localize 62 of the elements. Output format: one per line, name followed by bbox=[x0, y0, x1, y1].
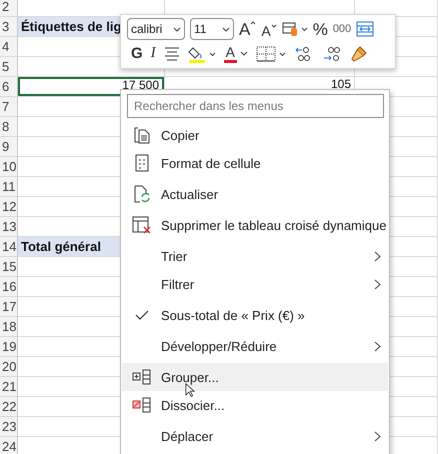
decrease-decimal-icon[interactable] bbox=[322, 44, 342, 63]
group-icon bbox=[132, 369, 152, 385]
menu-item[interactable]: Dissocier... bbox=[122, 391, 388, 419]
row-number[interactable]: 4 bbox=[0, 37, 18, 57]
format-painter-icon[interactable] bbox=[350, 44, 368, 63]
borders-icon[interactable] bbox=[256, 46, 286, 62]
row-number[interactable]: 5 bbox=[0, 57, 18, 77]
row-number[interactable]: 20 bbox=[0, 357, 18, 377]
caret-icon bbox=[240, 51, 248, 56]
row-number[interactable]: 3 bbox=[0, 17, 18, 37]
value-cell[interactable]: 17 500 bbox=[18, 77, 165, 97]
row-number[interactable]: 7 bbox=[0, 97, 18, 117]
thousands-button[interactable]: 000 bbox=[332, 24, 352, 35]
bold-button[interactable]: G bbox=[131, 46, 143, 62]
row-number[interactable]: 8 bbox=[0, 117, 18, 137]
delete-table-icon bbox=[132, 216, 152, 234]
caret-up-icon bbox=[250, 20, 256, 25]
row-number[interactable]: 10 bbox=[0, 157, 18, 177]
row-number[interactable]: 23 bbox=[0, 417, 18, 437]
chevron-right-icon bbox=[374, 251, 381, 262]
align-center-icon[interactable] bbox=[164, 46, 180, 61]
ungroup-icon bbox=[132, 397, 152, 413]
caret-icon bbox=[173, 26, 181, 32]
row-number[interactable]: 24 bbox=[0, 437, 18, 454]
chevron-right-icon bbox=[374, 279, 381, 290]
row-number[interactable]: 9 bbox=[0, 137, 18, 157]
caret-icon bbox=[222, 26, 230, 32]
row-number[interactable]: 15 bbox=[0, 257, 18, 277]
row-number[interactable]: 19 bbox=[0, 337, 18, 357]
font-dropdown[interactable]: calibri bbox=[127, 18, 185, 40]
format-cells-icon bbox=[134, 154, 148, 172]
wrap-text-icon[interactable] bbox=[356, 21, 374, 38]
font-size-dropdown[interactable]: 11 bbox=[190, 18, 234, 40]
menu-item[interactable]: Grouper... bbox=[122, 360, 388, 391]
row-number[interactable]: 17 bbox=[0, 297, 18, 317]
row-number[interactable]: 11 bbox=[0, 177, 18, 197]
row-number[interactable]: 14 bbox=[0, 237, 18, 257]
percent-button[interactable]: % bbox=[312, 20, 328, 38]
caret-icon bbox=[270, 24, 277, 28]
row-number[interactable]: 22 bbox=[0, 397, 18, 417]
row-number[interactable]: 21 bbox=[0, 377, 18, 397]
row-number[interactable]: 16 bbox=[0, 277, 18, 297]
refresh-document-icon bbox=[132, 185, 150, 203]
italic-button[interactable]: I bbox=[150, 46, 156, 62]
grow-font-button[interactable]: A bbox=[239, 20, 256, 38]
cell-styles-icon[interactable] bbox=[282, 21, 308, 38]
shrink-font-button[interactable]: A bbox=[261, 24, 277, 38]
chevron-right-icon bbox=[374, 341, 381, 352]
menu-item[interactable]: Filtrer bbox=[122, 270, 388, 298]
row-number[interactable]: 6 bbox=[0, 77, 18, 97]
row-number[interactable]: 13 bbox=[0, 217, 18, 237]
search-field[interactable]: Rechercher dans les menus bbox=[127, 94, 384, 118]
row-number[interactable]: 12 bbox=[0, 197, 18, 217]
copy-icon bbox=[132, 126, 150, 144]
menu-item[interactable]: Format de cellule bbox=[122, 149, 388, 177]
row-number[interactable]: 2 bbox=[0, 0, 18, 17]
mouse-pointer-icon bbox=[185, 383, 195, 398]
font-color-button[interactable]: A bbox=[224, 44, 248, 63]
row-number[interactable]: 18 bbox=[0, 317, 18, 337]
menu-item[interactable]: Copier bbox=[122, 121, 388, 149]
fill-color-icon[interactable] bbox=[188, 44, 216, 63]
chevron-right-icon bbox=[374, 431, 381, 442]
